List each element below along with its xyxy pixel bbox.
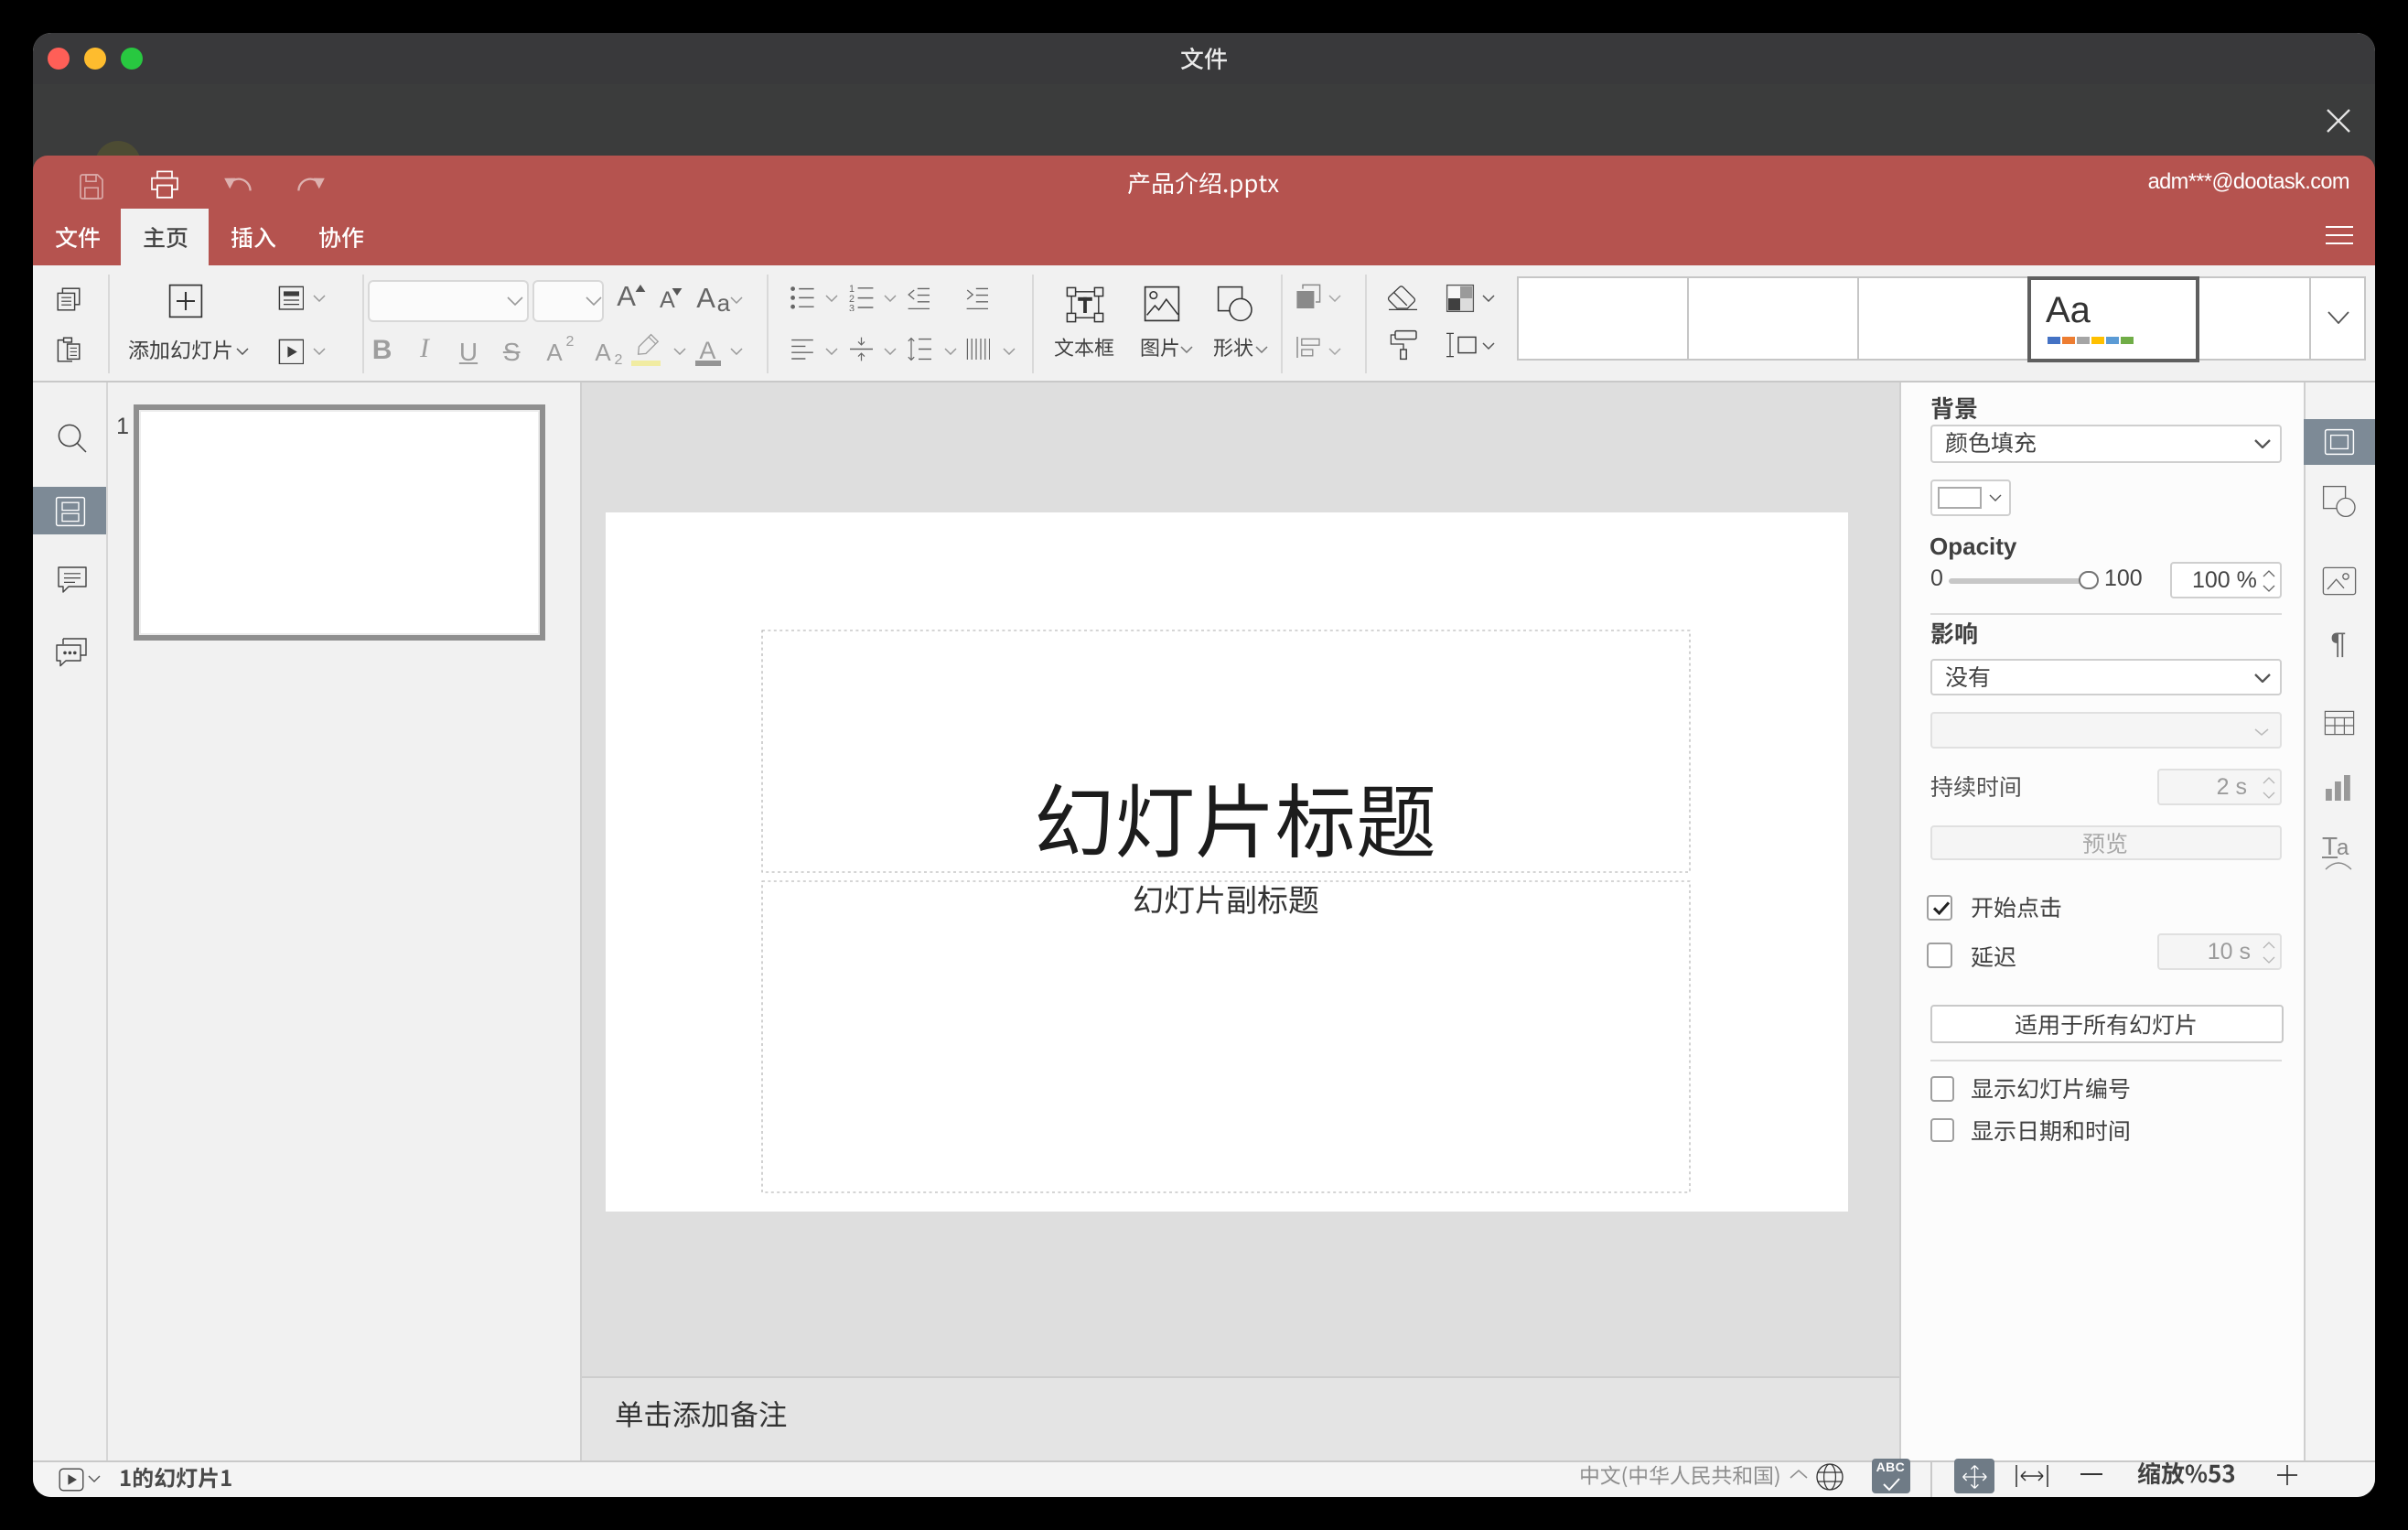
svg-text:3: 3 [849, 303, 855, 311]
